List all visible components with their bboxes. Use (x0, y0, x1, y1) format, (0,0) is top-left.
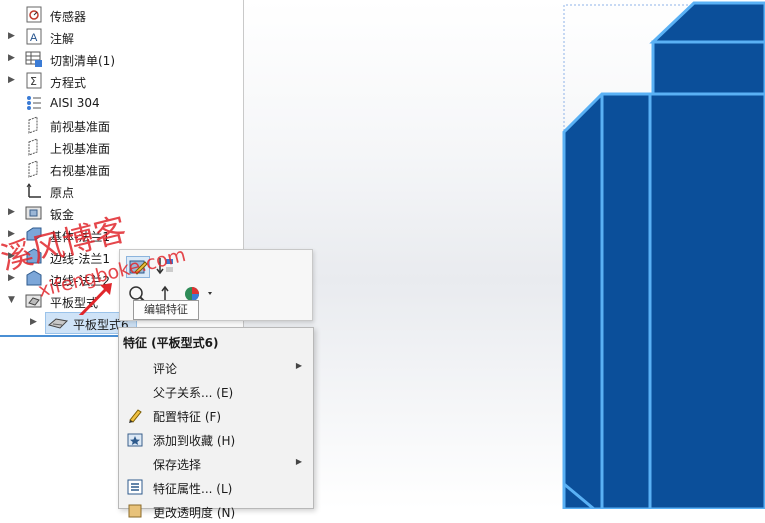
expand-arrow-icon[interactable]: ▶ (8, 75, 16, 85)
menu-item-label: 特征属性... (L) (153, 482, 233, 496)
tree-item-label: 传感器 (50, 10, 87, 24)
sensor-icon (25, 6, 43, 24)
tree-item-front-plane[interactable]: 前视基准面 (0, 114, 243, 136)
expand-arrow-icon[interactable]: ▶ (8, 31, 16, 41)
svg-text:A: A (30, 32, 38, 44)
menu-item-label: 评论 (153, 362, 178, 376)
tree-item-label: 方程式 (50, 76, 87, 90)
tree-item-label: 右视基准面 (50, 164, 111, 178)
model-view[interactable] (244, 0, 765, 509)
menu-item-change-transparency[interactable]: 更改透明度 (N) (120, 499, 312, 523)
model-main-face (562, 92, 765, 509)
model-top-face (649, 1, 765, 44)
expand-arrow-icon[interactable]: ▶ (8, 273, 16, 283)
tree-item-label: 基体-法兰1 (50, 230, 110, 244)
menu-item-label: 更改透明度 (N) (153, 506, 236, 520)
flat-pattern-icon (25, 292, 43, 310)
tree-item-base-flange[interactable]: ▶ 基体-法兰1 (0, 224, 243, 246)
tree-item-label: 注解 (50, 32, 75, 46)
equation-icon: Σ (25, 72, 43, 90)
tree-item-equations[interactable]: ▶ Σ 方程式 (0, 70, 243, 92)
edit-feature-icon (129, 260, 148, 275)
menu-item-save-selection[interactable]: 保存选择 ▶ (120, 451, 312, 475)
graphics-area[interactable] (244, 0, 765, 509)
annotation-icon: A (25, 28, 43, 46)
tree-item-label: 边线-法兰2 (50, 274, 110, 288)
tree-item-label: 原点 (50, 186, 75, 200)
expand-arrow-icon[interactable]: ▶ (8, 207, 16, 217)
pencil-icon (127, 407, 143, 423)
tree-item-material[interactable]: AISI 304 (0, 92, 243, 114)
tree-item-label: 上视基准面 (50, 142, 111, 156)
menu-item-feature-properties[interactable]: 特征属性... (L) (120, 475, 312, 499)
menu-item-configure-feature[interactable]: 配置特征 (F) (120, 403, 312, 427)
tree-item-cut-list[interactable]: ▶ 切割清单(1) (0, 48, 243, 70)
tooltip: 编辑特征 (133, 300, 199, 320)
tree-item-origin[interactable]: 原点 (0, 180, 243, 202)
tree-item-label: 前视基准面 (50, 120, 111, 134)
expand-arrow-icon[interactable]: ▶ (8, 53, 16, 63)
plane-icon (25, 160, 43, 178)
favorite-star-icon (127, 431, 143, 447)
expand-arrow-icon[interactable]: ▶ (30, 317, 38, 327)
transparency-icon (127, 503, 143, 519)
tree-item-right-plane[interactable]: 右视基准面 (0, 158, 243, 180)
origin-icon (25, 182, 43, 200)
menu-item-label: 父子关系... (E) (153, 386, 234, 400)
sheet-metal-icon (25, 204, 43, 222)
menu-item-label: 配置特征 (F) (153, 410, 222, 424)
tree-item-label: 边线-法兰1 (50, 252, 110, 266)
model-upper-face (651, 40, 765, 96)
context-menu-title: 特征 (平板型式6) (123, 336, 219, 350)
edit-feature-button[interactable] (126, 256, 150, 278)
tree-item-top-plane[interactable]: 上视基准面 (0, 136, 243, 158)
flat-pattern-feature-icon (47, 314, 69, 332)
edge-flange-icon (25, 270, 43, 288)
edge-flange-icon (25, 248, 43, 266)
expand-arrow-icon[interactable]: ▶ (8, 251, 16, 261)
plane-icon (25, 116, 43, 134)
rollback-button[interactable] (154, 256, 178, 278)
tree-item-sheet-metal[interactable]: ▶ 钣金 (0, 202, 243, 224)
menu-item-parent-child[interactable]: 父子关系... (E) (120, 379, 312, 403)
tree-item-annotations[interactable]: ▶ A 注解 (0, 26, 243, 48)
submenu-arrow-icon: ▶ (295, 361, 302, 370)
submenu-arrow-icon: ▶ (295, 457, 302, 466)
properties-icon (127, 479, 143, 495)
menu-item-comment[interactable]: 评论 ▶ (120, 355, 312, 379)
cut-list-icon (25, 50, 43, 68)
tree-item-sensors[interactable]: 传感器 (0, 4, 243, 26)
expand-arrow-icon[interactable]: ▶ (8, 229, 16, 239)
plane-icon (25, 138, 43, 156)
tree-item-label: 切割清单(1) (50, 54, 115, 68)
tree-item-label: AISI 304 (50, 96, 100, 110)
menu-item-add-to-favorites[interactable]: 添加到收藏 (H) (120, 427, 312, 451)
collapse-arrow-icon[interactable]: ▼ (8, 295, 16, 305)
base-flange-icon (25, 226, 43, 244)
tree-item-label: 钣金 (50, 208, 75, 222)
menu-item-label: 保存选择 (153, 458, 202, 472)
menu-item-label: 添加到收藏 (H) (153, 434, 236, 448)
material-icon (25, 94, 43, 112)
svg-text:Σ: Σ (30, 75, 37, 88)
rollback-icon (156, 258, 173, 275)
tree-item-label: 平板型式 (50, 296, 99, 310)
context-menu: 特征 (平板型式6) 评论 ▶ 父子关系... (E) 配置特征 (F) 添加到… (118, 327, 314, 520)
